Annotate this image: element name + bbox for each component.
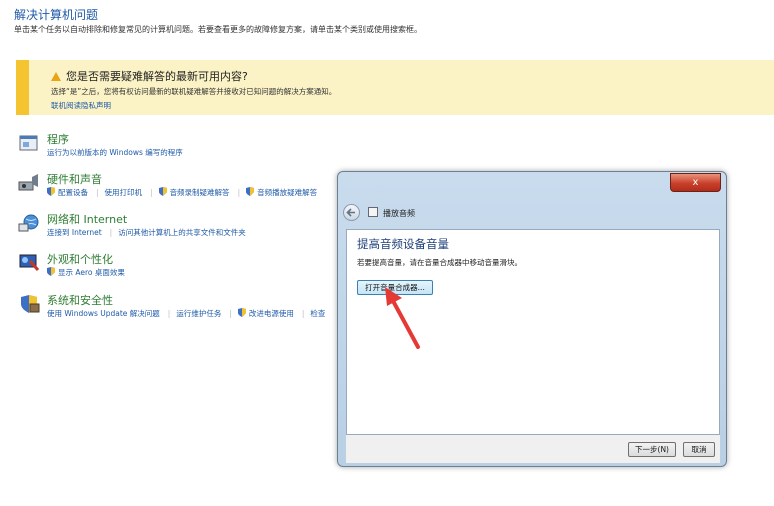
category-links-system-security: 使用 Windows Update 解决问题 | 运行维护任务 | 改进电源使用 | 检查 bbox=[47, 308, 333, 319]
category-title-programs[interactable]: 程序 bbox=[47, 131, 69, 147]
appearance-icon bbox=[19, 254, 40, 271]
category-title-hardware-sound[interactable]: 硬件和声音 bbox=[47, 171, 102, 187]
close-button[interactable]: x bbox=[670, 173, 721, 192]
link-run-maintenance[interactable]: 运行维护任务 bbox=[176, 309, 221, 318]
link-use-printer[interactable]: 使用打印机 bbox=[105, 188, 143, 197]
category-links-appearance: 显示 Aero 桌面效果 bbox=[47, 267, 133, 278]
category-title-network[interactable]: 网络和 Internet bbox=[47, 211, 127, 227]
dialog-instruction: 若要提高音量，请在音量合成器中移动音量滑块。 bbox=[357, 258, 522, 267]
dialog-footer: 下一步(N) 取消 bbox=[346, 435, 720, 463]
hardware-sound-icon bbox=[18, 174, 38, 191]
shield-icon bbox=[237, 308, 246, 317]
link-access-shared-files[interactable]: 访问其他计算机上的共享文件和文件夹 bbox=[118, 228, 246, 237]
link-audio-playback-troubleshoot[interactable]: 音频播放疑难解答 bbox=[257, 188, 317, 197]
link-run-old-programs[interactable]: 运行为以前版本的 Windows 编写的程序 bbox=[47, 148, 183, 157]
link-separator: | bbox=[150, 188, 153, 197]
page-description: 单击某个任务以自动排除和修复常见的计算机问题。若要查看更多的故障修复方案，请单击… bbox=[14, 25, 422, 34]
link-configure-device[interactable]: 配置设备 bbox=[58, 188, 88, 197]
link-improve-power-usage[interactable]: 改进电源使用 bbox=[249, 309, 294, 318]
link-separator: | bbox=[167, 309, 171, 318]
programs-icon bbox=[19, 135, 38, 151]
dialog-heading: 提高音频设备音量 bbox=[357, 237, 449, 251]
link-aero-desktop-effects[interactable]: 显示 Aero 桌面效果 bbox=[58, 268, 125, 277]
next-button[interactable]: 下一步(N) bbox=[628, 442, 676, 457]
troubleshooter-icon bbox=[368, 207, 378, 217]
category-title-system-security[interactable]: 系统和安全性 bbox=[47, 292, 113, 308]
category-network: 网络和 Internet 连接到 Internet | 访问其他计算机上的共享文件和… bbox=[18, 211, 348, 243]
link-windows-update-troubleshoot[interactable]: 使用 Windows Update 解决问题 bbox=[47, 309, 160, 318]
system-security-icon bbox=[21, 295, 40, 313]
wizard-title: 播放音频 bbox=[383, 209, 415, 218]
link-separator: | bbox=[229, 309, 232, 318]
category-hardware-sound: 硬件和声音 配置设备 | 使用打印机 | 音频录制疑难解答 | 音频播放疑难解答 bbox=[18, 171, 348, 203]
shield-icon bbox=[246, 187, 255, 196]
annotation-arrow-icon bbox=[385, 287, 420, 349]
privacy-statement-link[interactable]: 联机阅读隐私声明 bbox=[51, 100, 111, 111]
back-arrow-icon bbox=[346, 208, 355, 217]
category-system-security: 系统和安全性 使用 Windows Update 解决问题 | 运行维护任务 | 改进电… bbox=[18, 292, 348, 324]
page-title: 解决计算机问题 bbox=[14, 8, 99, 22]
shield-icon bbox=[47, 187, 55, 196]
warning-icon bbox=[51, 72, 61, 81]
category-links-programs: 运行为以前版本的 Windows 编写的程序 bbox=[47, 147, 191, 158]
link-check[interactable]: 检查 bbox=[310, 309, 325, 318]
category-title-appearance[interactable]: 外观和个性化 bbox=[47, 251, 113, 267]
cancel-button[interactable]: 取消 bbox=[683, 442, 715, 457]
notice-heading: 您是否需要疑难解答的最新可用内容? bbox=[51, 68, 248, 84]
category-links-network: 连接到 Internet | 访问其他计算机上的共享文件和文件夹 bbox=[47, 227, 254, 238]
notice-heading-text: 您是否需要疑难解答的最新可用内容? bbox=[66, 70, 248, 83]
link-separator: | bbox=[237, 188, 241, 197]
shield-icon bbox=[158, 187, 167, 196]
link-connect-internet[interactable]: 连接到 Internet bbox=[47, 228, 102, 237]
back-button[interactable] bbox=[343, 204, 360, 221]
link-separator: | bbox=[96, 188, 99, 197]
shield-icon bbox=[47, 267, 55, 276]
notice-text: 选择“是”之后，您将有权访问最新的联机疑难解答并接收对已知问题的解决方案通知。 bbox=[51, 87, 337, 96]
network-icon bbox=[18, 214, 39, 232]
link-audio-recording-troubleshoot[interactable]: 音频录制疑难解答 bbox=[170, 188, 230, 197]
category-links-hardware-sound: 配置设备 | 使用打印机 | 音频录制疑难解答 | 音频播放疑难解答 bbox=[47, 187, 325, 198]
category-appearance: 外观和个性化 显示 Aero 桌面效果 bbox=[18, 251, 348, 283]
category-programs: 程序 运行为以前版本的 Windows 编写的程序 bbox=[18, 131, 348, 163]
troubleshooting-notice: 您是否需要疑难解答的最新可用内容? 选择“是”之后，您将有权访问最新的联机疑难解… bbox=[16, 60, 774, 115]
link-separator: | bbox=[109, 228, 113, 237]
link-separator: | bbox=[301, 309, 305, 318]
